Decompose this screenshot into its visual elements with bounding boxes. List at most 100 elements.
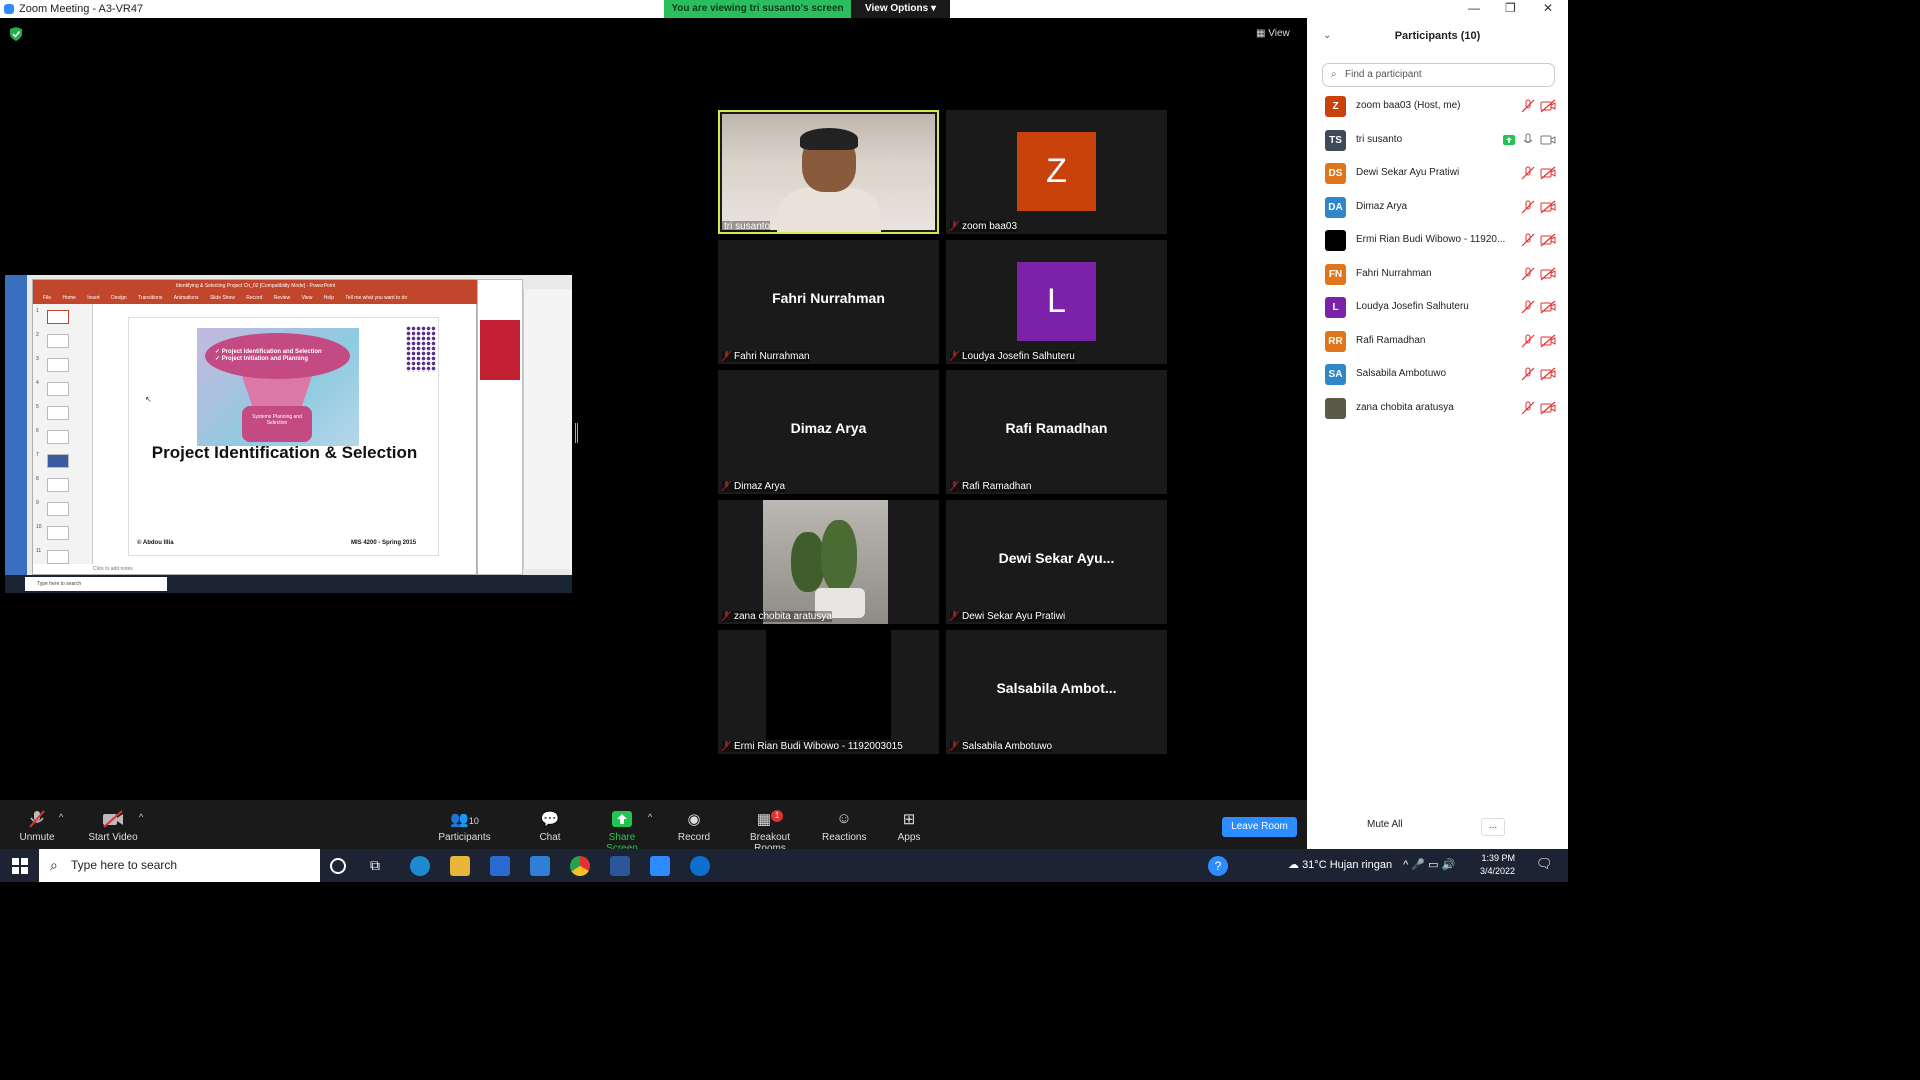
participant-row[interactable]: Ermi Rian Budi Wibowo - 11920...	[1307, 224, 1568, 257]
video-tile-salsabila[interactable]: Salsabila Ambot... Salsabila Ambotuwo	[946, 630, 1167, 754]
apps-button[interactable]: ⊞ Apps	[896, 810, 922, 843]
participant-row[interactable]: RR Rafi Ramadhan	[1307, 325, 1568, 358]
video-off-icon[interactable]	[1540, 300, 1556, 314]
chat-button[interactable]: 💬 Chat	[535, 810, 565, 843]
window-title: Zoom Meeting - A3-VR47	[19, 3, 144, 15]
participants-button[interactable]: 👥10 Participants	[437, 810, 492, 843]
video-off-icon[interactable]	[1540, 334, 1556, 348]
word-icon[interactable]	[610, 856, 630, 876]
video-off-icon[interactable]	[1540, 367, 1556, 381]
video-off-icon[interactable]	[1540, 99, 1556, 113]
video-off-icon[interactable]	[1540, 401, 1556, 415]
taskbar-search-box[interactable]: Type here to search	[39, 849, 320, 882]
powerpoint-ribbon: File Home Insert Design Transitions Anim…	[33, 292, 478, 304]
video-tile-tri-susanto[interactable]: tri susanto	[718, 110, 939, 234]
leave-room-button[interactable]: Leave Room	[1222, 817, 1297, 837]
teamviewer-icon[interactable]	[690, 856, 710, 876]
screen-share-banner: You are viewing tri susanto's screen	[664, 0, 851, 18]
reactions-button[interactable]: ☺ Reactions	[822, 810, 866, 843]
video-off-icon[interactable]	[1540, 233, 1556, 247]
participant-name: Dewi Sekar Ayu Pratiwi	[1356, 167, 1460, 178]
mic-off-icon[interactable]	[1521, 233, 1535, 247]
help-icon[interactable]: ?	[1208, 856, 1228, 876]
participant-row[interactable]: FN Fahri Nurrahman	[1307, 258, 1568, 291]
mic-off-icon[interactable]	[1521, 367, 1535, 381]
video-tile-dimaz[interactable]: Dimaz Arya Dimaz Arya	[718, 370, 939, 494]
unmute-button[interactable]: Unmute	[17, 810, 57, 843]
security-shield-icon[interactable]	[10, 27, 22, 41]
chrome-icon[interactable]	[570, 856, 590, 876]
mail-icon[interactable]	[530, 856, 550, 876]
windows-start-icon[interactable]	[12, 858, 28, 874]
participant-row[interactable]: L Loudya Josefin Salhuteru	[1307, 291, 1568, 324]
participant-row[interactable]: zana chobita aratusya	[1307, 392, 1568, 425]
video-tile-zoom-baa03[interactable]: Z zoom baa03	[946, 110, 1167, 234]
weather-text[interactable]: 31°C Hujan ringan	[1302, 859, 1392, 871]
video-tile-fahri[interactable]: Fahri Nurrahman Fahri Nurrahman	[718, 240, 939, 364]
breakout-rooms-button[interactable]: ▦1 Breakout Rooms	[733, 810, 807, 854]
file-explorer-icon[interactable]	[450, 856, 470, 876]
participant-search-input[interactable]: Find a participant	[1322, 63, 1555, 87]
taskbar-clock[interactable]: 1:39 PM 3/4/2022	[1480, 852, 1515, 878]
mic-muted-icon	[29, 810, 45, 828]
minimize-button[interactable]: —	[1468, 1, 1480, 15]
mic-off-icon[interactable]	[1521, 401, 1535, 415]
slide-course: MIS 4200 - Spring 2015	[351, 540, 417, 546]
mic-off-icon[interactable]	[1521, 334, 1535, 348]
record-button[interactable]: ◉ Record	[676, 810, 712, 843]
participant-row[interactable]: SA Salsabila Ambotuwo	[1307, 358, 1568, 391]
ribbon-tab: Tell me what you want to do	[345, 295, 408, 301]
store-icon[interactable]	[490, 856, 510, 876]
video-tile-ermi[interactable]: Ermi Rian Budi Wibowo - 1192003015	[718, 630, 939, 754]
chat-icon: 💬	[540, 811, 560, 828]
audio-options-caret[interactable]: ^	[59, 812, 63, 822]
ribbon-tab: Animations	[173, 295, 199, 301]
clock-time: 1:39 PM	[1481, 853, 1516, 863]
video-tile-zana[interactable]: zana chobita aratusya	[718, 500, 939, 624]
notifications-icon[interactable]: 🗨	[1536, 856, 1556, 876]
tray-icons[interactable]: ^ 🎤 ▭ 🔊	[1403, 859, 1455, 871]
restore-button[interactable]: ❐	[1505, 1, 1516, 15]
participant-row[interactable]: Z zoom baa03 (Host, me)	[1307, 90, 1568, 123]
shared-screen[interactable]: Identifying & Selecting Project Ch_02 [C…	[5, 275, 572, 593]
mic-off-icon[interactable]	[1521, 300, 1535, 314]
video-icon[interactable]	[1540, 133, 1556, 147]
participant-row[interactable]: TS tri susanto	[1307, 124, 1568, 157]
mic-off-icon[interactable]	[1521, 267, 1535, 281]
slide-author: © Abdou Illia	[137, 540, 174, 546]
slide-notes: Click to add notes	[93, 566, 133, 572]
close-button[interactable]: ✕	[1543, 1, 1553, 15]
participant-row[interactable]: DS Dewi Sekar Ayu Pratiwi	[1307, 157, 1568, 190]
browser-side-panel	[477, 279, 523, 575]
video-tile-loudya[interactable]: L Loudya Josefin Salhuteru	[946, 240, 1167, 364]
start-video-button[interactable]: Start Video	[86, 810, 140, 843]
share-screen-button[interactable]: Share Screen	[592, 810, 652, 854]
tile-name: Dewi Sekar Ayu Pratiwi	[950, 611, 1066, 622]
video-options-caret[interactable]: ^	[139, 812, 143, 822]
zoom-icon[interactable]	[650, 856, 670, 876]
breakout-rooms-icon: ▦ 1	[733, 810, 807, 828]
view-options-button[interactable]: View Options ▾	[851, 0, 950, 18]
mute-all-button[interactable]: Mute All	[1367, 819, 1403, 830]
mic-icon[interactable]	[1521, 133, 1535, 147]
video-off-icon[interactable]	[1540, 267, 1556, 281]
more-options-button[interactable]: ...	[1481, 818, 1505, 836]
view-button[interactable]: ▦ View	[1256, 28, 1290, 39]
record-label: Record	[677, 832, 711, 843]
video-off-icon[interactable]	[1540, 166, 1556, 180]
participant-row[interactable]: DA Dimaz Arya	[1307, 191, 1568, 224]
mic-off-icon[interactable]	[1521, 99, 1535, 113]
panel-title: Participants (10)	[1394, 30, 1481, 42]
edge-icon[interactable]	[410, 856, 430, 876]
task-view-icon[interactable]: ⧉	[370, 857, 390, 877]
mic-off-icon[interactable]	[1521, 200, 1535, 214]
slide-thumbnails: 1 2 3 4 5 6 7 8 9 10 11	[33, 304, 93, 564]
cortana-icon[interactable]	[330, 858, 346, 874]
split-divider-handle[interactable]	[575, 423, 578, 443]
video-tile-dewi[interactable]: Dewi Sekar Ayu... Dewi Sekar Ayu Pratiwi	[946, 500, 1167, 624]
avatar: L	[1017, 262, 1096, 341]
mic-off-icon[interactable]	[1521, 166, 1535, 180]
share-options-caret[interactable]: ^	[648, 812, 652, 822]
video-off-icon[interactable]	[1540, 200, 1556, 214]
video-tile-rafi[interactable]: Rafi Ramadhan Rafi Ramadhan	[946, 370, 1167, 494]
